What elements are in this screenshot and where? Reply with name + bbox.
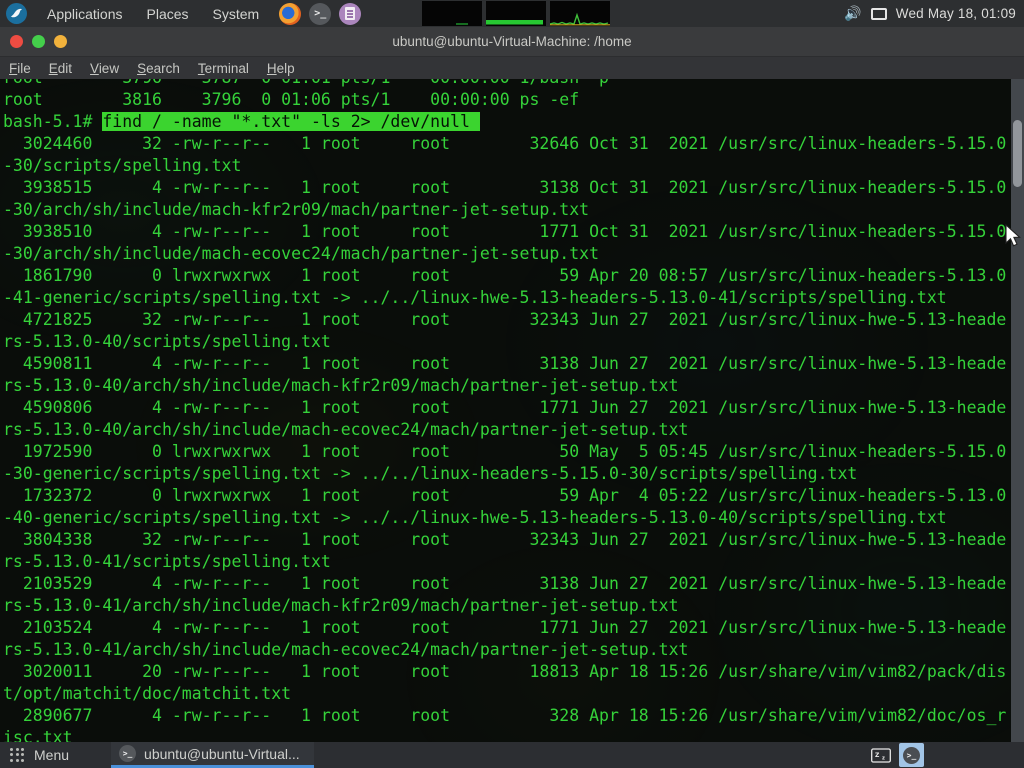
scrollbar-thumb[interactable] <box>1013 120 1022 187</box>
terminal-line: 4590806 4 -rw-r--r-- 1 root root 1771 Ju… <box>3 397 1010 419</box>
firefox-launcher-icon[interactable] <box>279 3 301 25</box>
terminal-line: rs-5.13.0-41/scripts/spelling.txt <box>3 551 1010 573</box>
terminal-line: -30/arch/sh/include/mach-kfr2r09/mach/pa… <box>3 199 1010 221</box>
terminal-tray-icon[interactable]: >_ <box>899 743 924 767</box>
menu-file[interactable]: File <box>0 57 40 80</box>
terminal-line: 4590811 4 -rw-r--r-- 1 root root 3138 Ju… <box>3 353 1010 375</box>
terminal-line: -30/scripts/spelling.txt <box>3 155 1010 177</box>
bottom-taskbar: Menu >_ ubuntu@ubuntu-Virtual... Z z >_ <box>0 742 1024 768</box>
terminal-line: bash-5.1# find / -name "*.txt" -ls 2> /d… <box>3 111 1010 133</box>
terminal-scrollbar[interactable] <box>1011 79 1024 742</box>
memory-monitor-graph <box>486 1 546 26</box>
terminal-line: rs-5.13.0-40/scripts/spelling.txt <box>3 331 1010 353</box>
terminal-line: 3020011 20 -rw-r--r-- 1 root root 18813 … <box>3 661 1010 683</box>
terminal-line: -30/arch/sh/include/mach-ecovec24/mach/p… <box>3 243 1010 265</box>
network-monitor-graph <box>550 1 610 26</box>
terminal-launcher-icon[interactable]: >_ <box>309 3 331 25</box>
taskbar-window-button[interactable]: >_ ubuntu@ubuntu-Virtual... <box>111 742 314 768</box>
menu-places[interactable]: Places <box>135 0 201 27</box>
terminal-line: rs-5.13.0-41/arch/sh/include/mach-ecovec… <box>3 639 1010 661</box>
menu-view[interactable]: View <box>81 57 128 80</box>
system-tray: Z z >_ <box>871 742 924 768</box>
terminal-line: rs-5.13.0-41/arch/sh/include/mach-kfr2r0… <box>3 595 1010 617</box>
terminal-viewport[interactable]: root 3796 3787 0 01:01 pts/1 00:00:00 1/… <box>0 79 1024 742</box>
terminal-line: root 3796 3787 0 01:01 pts/1 00:00:00 1/… <box>3 79 1010 89</box>
terminal-lines: root 3796 3787 0 01:01 pts/1 00:00:00 1/… <box>3 79 1010 742</box>
terminal-line: -41-generic/scripts/spelling.txt -> ../.… <box>3 287 1010 309</box>
terminal-line: -30-generic/scripts/spelling.txt -> ../.… <box>3 463 1010 485</box>
volume-icon[interactable]: 🔊 <box>844 5 861 22</box>
menu-edit[interactable]: Edit <box>40 57 81 80</box>
terminal-line: 3938510 4 -rw-r--r-- 1 root root 1771 Oc… <box>3 221 1010 243</box>
svg-text:z: z <box>882 755 885 761</box>
clock[interactable]: Wed May 18, 01:09 <box>896 6 1016 21</box>
top-panel: Applications Places System >_ 🔊 Wed May … <box>0 0 1024 27</box>
text-editor-launcher-icon[interactable] <box>339 3 361 25</box>
terminal-line: 2890677 4 -rw-r--r-- 1 root root 328 Apr… <box>3 705 1010 727</box>
apps-grid-icon[interactable] <box>10 748 25 763</box>
system-monitor-applets[interactable] <box>422 1 610 26</box>
terminal-tray-glyph: >_ <box>903 747 920 764</box>
terminal-line: 4721825 32 -rw-r--r-- 1 root root 32343 … <box>3 309 1010 331</box>
terminal-line: 1972590 0 lrwxrwxrwx 1 root root 50 May … <box>3 441 1010 463</box>
document-glyph <box>345 7 355 20</box>
menu-help[interactable]: Help <box>258 57 304 80</box>
menu-system[interactable]: System <box>201 0 272 27</box>
terminal-line: 1861790 0 lrwxrwxrwx 1 root root 59 Apr … <box>3 265 1010 287</box>
menu-terminal[interactable]: Terminal <box>189 57 258 80</box>
terminal-glyph: >_ <box>314 8 326 19</box>
terminal-line: -40-generic/scripts/spelling.txt -> ../.… <box>3 507 1010 529</box>
terminal-menubar: File Edit View Search Terminal Help <box>0 56 1024 79</box>
taskbar-window-label: ubuntu@ubuntu-Virtual... <box>144 746 300 762</box>
keyboard-input-icon[interactable]: Z z <box>871 748 891 763</box>
window-title: ubuntu@ubuntu-Virtual-Machine: /home <box>0 34 1024 49</box>
menu-applications[interactable]: Applications <box>35 0 135 27</box>
svg-text:Z: Z <box>875 752 880 759</box>
terminal-line: rs-5.13.0-40/arch/sh/include/mach-kfr2r0… <box>3 375 1010 397</box>
terminal-line: isc.txt <box>3 727 1010 742</box>
menu-search[interactable]: Search <box>128 57 189 80</box>
window-titlebar: ubuntu@ubuntu-Virtual-Machine: /home <box>0 27 1024 56</box>
taskbar-menu-button[interactable]: Menu <box>34 747 69 763</box>
terminal-line: 3804338 32 -rw-r--r-- 1 root root 32343 … <box>3 529 1010 551</box>
terminal-line: 2103529 4 -rw-r--r-- 1 root root 3138 Ju… <box>3 573 1010 595</box>
terminal-line: root 3816 3796 0 01:06 pts/1 00:00:00 ps… <box>3 89 1010 111</box>
terminal-line: rs-5.13.0-40/arch/sh/include/mach-ecovec… <box>3 419 1010 441</box>
distro-logo-icon[interactable] <box>6 3 27 24</box>
terminal-line: 3024460 32 -rw-r--r-- 1 root root 32646 … <box>3 133 1010 155</box>
display-icon[interactable] <box>871 8 887 20</box>
cpu-monitor-graph <box>422 1 482 26</box>
terminal-line: 3938515 4 -rw-r--r-- 1 root root 3138 Oc… <box>3 177 1010 199</box>
terminal-line: t/opt/matchit/doc/matchit.txt <box>3 683 1010 705</box>
terminal-line: 2103524 4 -rw-r--r-- 1 root root 1771 Ju… <box>3 617 1010 639</box>
terminal-task-icon: >_ <box>119 745 136 762</box>
terminal-line: 1732372 0 lrwxrwxrwx 1 root root 59 Apr … <box>3 485 1010 507</box>
